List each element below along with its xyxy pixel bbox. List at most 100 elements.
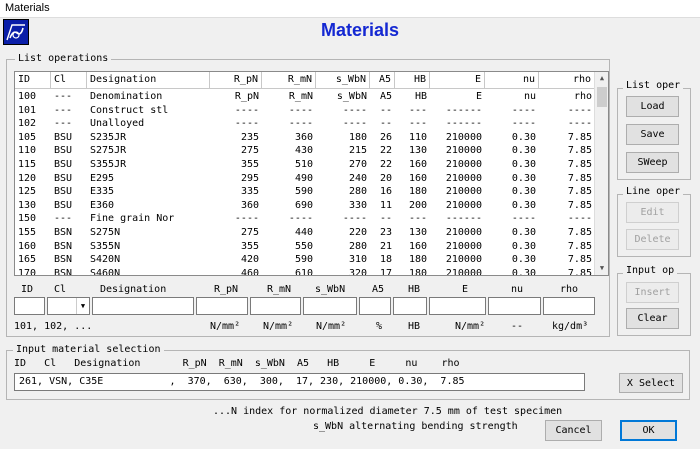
cell-nu: ---- — [511, 213, 536, 225]
cell-cl: BSU — [54, 186, 73, 198]
scroll-up-icon[interactable]: ▲ — [595, 72, 608, 85]
table-row[interactable]: 100 --- Denomination R_pN R_mN s_WbN A5 HB Enu rh… — [15, 90, 595, 104]
table-row[interactable]: 102 --- Unalloyed ---- ---- ---- -- --- ------ --… — [15, 117, 595, 131]
col-header-rho[interactable]: rho — [539, 72, 595, 89]
cell-id: 125 — [18, 186, 37, 198]
cell-hb: HB — [414, 91, 427, 102]
chevron-down-icon[interactable]: ▼ — [76, 298, 89, 314]
table-row[interactable]: 125 BSU E335 335 590 280 16 180 210000 0.30 7.85 — [15, 185, 595, 199]
table-row[interactable]: 170 BSN S460N 460 610 320 17 180 210000 0.30 7.85 — [15, 267, 595, 276]
note-normalized-diameter: ...N index for normalized diameter 7.5 m… — [213, 406, 563, 417]
table-row[interactable]: 165 BSN S420N 420 590 310 18 180 210000 0.30 7.85 — [15, 253, 595, 267]
save-button[interactable]: Save — [626, 124, 679, 145]
cell-e: ------ — [445, 104, 482, 116]
line-oper-label: Line oper — [623, 186, 684, 198]
table-row[interactable]: 105 BSU S235JR 235 360 180 26 110 210000 0.30 7.85 — [15, 131, 595, 145]
delete-button[interactable]: Delete — [626, 229, 679, 250]
scroll-thumb[interactable] — [597, 87, 607, 107]
cell-id: 120 — [18, 172, 37, 184]
cell-e: ------ — [445, 118, 482, 130]
hb-input[interactable] — [393, 297, 427, 315]
cell-a5: 17 — [379, 267, 392, 276]
cancel-button[interactable]: Cancel — [545, 420, 602, 441]
clear-button[interactable]: Clear — [626, 308, 679, 329]
cell-rho: 7.85 — [567, 267, 592, 276]
e-input[interactable] — [429, 297, 486, 315]
table-row[interactable]: 115 BSU S355JR 355 510 270 22 160 210000 0.30 7.85 — [15, 158, 595, 172]
unit-swbn: N/mm² — [316, 321, 347, 332]
cell-e: 210000 — [445, 267, 482, 276]
table-row[interactable]: 160 BSN S355N 355 550 280 21 160 210000 0.30 7.85 — [15, 240, 595, 254]
cell-rmn: 690 — [294, 199, 313, 211]
cell-id: 100 — [18, 91, 37, 102]
table-row[interactable]: 130 BSU E360 360 690 330 11 200 210000 0.30 7.85 — [15, 199, 595, 213]
designation-input[interactable] — [92, 297, 194, 315]
selection-header: ID Cl Designation R_pN R_mN s_WbN A5 HB … — [14, 358, 460, 369]
select-button[interactable]: X Select — [619, 373, 683, 393]
rho-input[interactable] — [543, 297, 595, 315]
col-header-swbn[interactable]: s_WbN — [316, 72, 370, 89]
table-row[interactable]: 120 BSU E295 295 490 240 20 160 210000 0.30 7.85 — [15, 172, 595, 186]
col-header-cl[interactable]: Cl — [51, 72, 87, 89]
table-scrollbar[interactable]: ▲ ▼ — [594, 72, 608, 275]
cell-rho: 7.85 — [567, 186, 592, 198]
input-label-rho: rho — [560, 284, 579, 295]
cell-a5: 20 — [379, 172, 392, 184]
rmn-input[interactable] — [250, 297, 301, 315]
edit-button[interactable]: Edit — [626, 202, 679, 223]
table-row[interactable]: 150 --- Fine grain Nor ---- ---- ---- -- --- ---… — [15, 212, 595, 226]
cell-cl: BSN — [54, 267, 73, 276]
input-label-rpn: R_pN — [214, 284, 239, 295]
note-bending-strength: s_WbN alternating bending strength — [313, 421, 518, 432]
rpn-input[interactable] — [196, 297, 248, 315]
ok-button[interactable]: OK — [620, 420, 677, 441]
id-input[interactable] — [14, 297, 45, 315]
cell-id: 115 — [18, 158, 37, 170]
col-header-hb[interactable]: HB — [395, 72, 430, 89]
input-label-swbn: s_WbN — [315, 284, 346, 295]
table-row[interactable]: 101 --- Construct stl ---- ---- ---- -- --- ----… — [15, 104, 595, 118]
col-header-designation[interactable]: Designation — [87, 72, 210, 89]
unit-nu: -- — [511, 321, 524, 332]
sweep-button[interactable]: SWeep — [626, 152, 679, 173]
cell-designation: E360 — [90, 199, 115, 211]
col-header-rmn[interactable]: R_mN — [262, 72, 316, 89]
cell-hb: 110 — [408, 131, 427, 143]
table-row[interactable]: 155 BSN S275N 275 440 220 23 130 210000 0.30 7.85 — [15, 226, 595, 240]
cell-e: 210000 — [445, 145, 482, 157]
cell-cl: BSU — [54, 158, 73, 170]
scroll-down-icon[interactable]: ▼ — [595, 262, 608, 275]
insert-button[interactable]: Insert — [626, 282, 679, 303]
cell-rmn: 510 — [294, 158, 313, 170]
cell-rho: ---- — [567, 118, 592, 130]
nu-input[interactable] — [488, 297, 541, 315]
load-button[interactable]: Load — [626, 96, 679, 117]
col-header-e[interactable]: E — [430, 72, 485, 89]
selection-input[interactable]: 261, VSN, C35E , 370, 630, 300, 17, 230,… — [14, 373, 585, 391]
cell-e: 210000 — [445, 172, 482, 184]
cell-id: 110 — [18, 145, 37, 157]
cell-rho: rho — [573, 91, 592, 102]
a5-input[interactable] — [359, 297, 391, 315]
cell-swbn: 310 — [348, 254, 367, 266]
swbn-input[interactable] — [303, 297, 357, 315]
cell-cl: BSU — [54, 199, 73, 211]
cell-nu: 0.30 — [511, 131, 536, 143]
materials-table[interactable]: ID Cl Designation R_pN R_mN s_WbN A5 HB … — [14, 71, 609, 276]
input-label-hb: HB — [408, 284, 421, 295]
cell-swbn: 180 — [348, 131, 367, 143]
col-header-rpn[interactable]: R_pN — [210, 72, 262, 89]
cell-swbn: ---- — [342, 104, 367, 116]
col-header-a5[interactable]: A5 — [370, 72, 395, 89]
col-header-id[interactable]: ID — [15, 72, 51, 89]
cell-a5: 11 — [379, 199, 392, 211]
table-row[interactable]: 110 BSU S275JR 275 430 215 22 130 210000 0.30 7.85 — [15, 144, 595, 158]
cell-a5: 22 — [379, 145, 392, 157]
cell-designation: S275N — [90, 226, 121, 238]
cell-cl: BSU — [54, 131, 73, 143]
cell-rpn: 360 — [240, 199, 259, 211]
col-header-nu[interactable]: nu — [485, 72, 539, 89]
cell-hb: 160 — [408, 172, 427, 184]
cell-swbn: ---- — [342, 213, 367, 225]
class-combobox[interactable]: ▼ — [47, 297, 90, 315]
